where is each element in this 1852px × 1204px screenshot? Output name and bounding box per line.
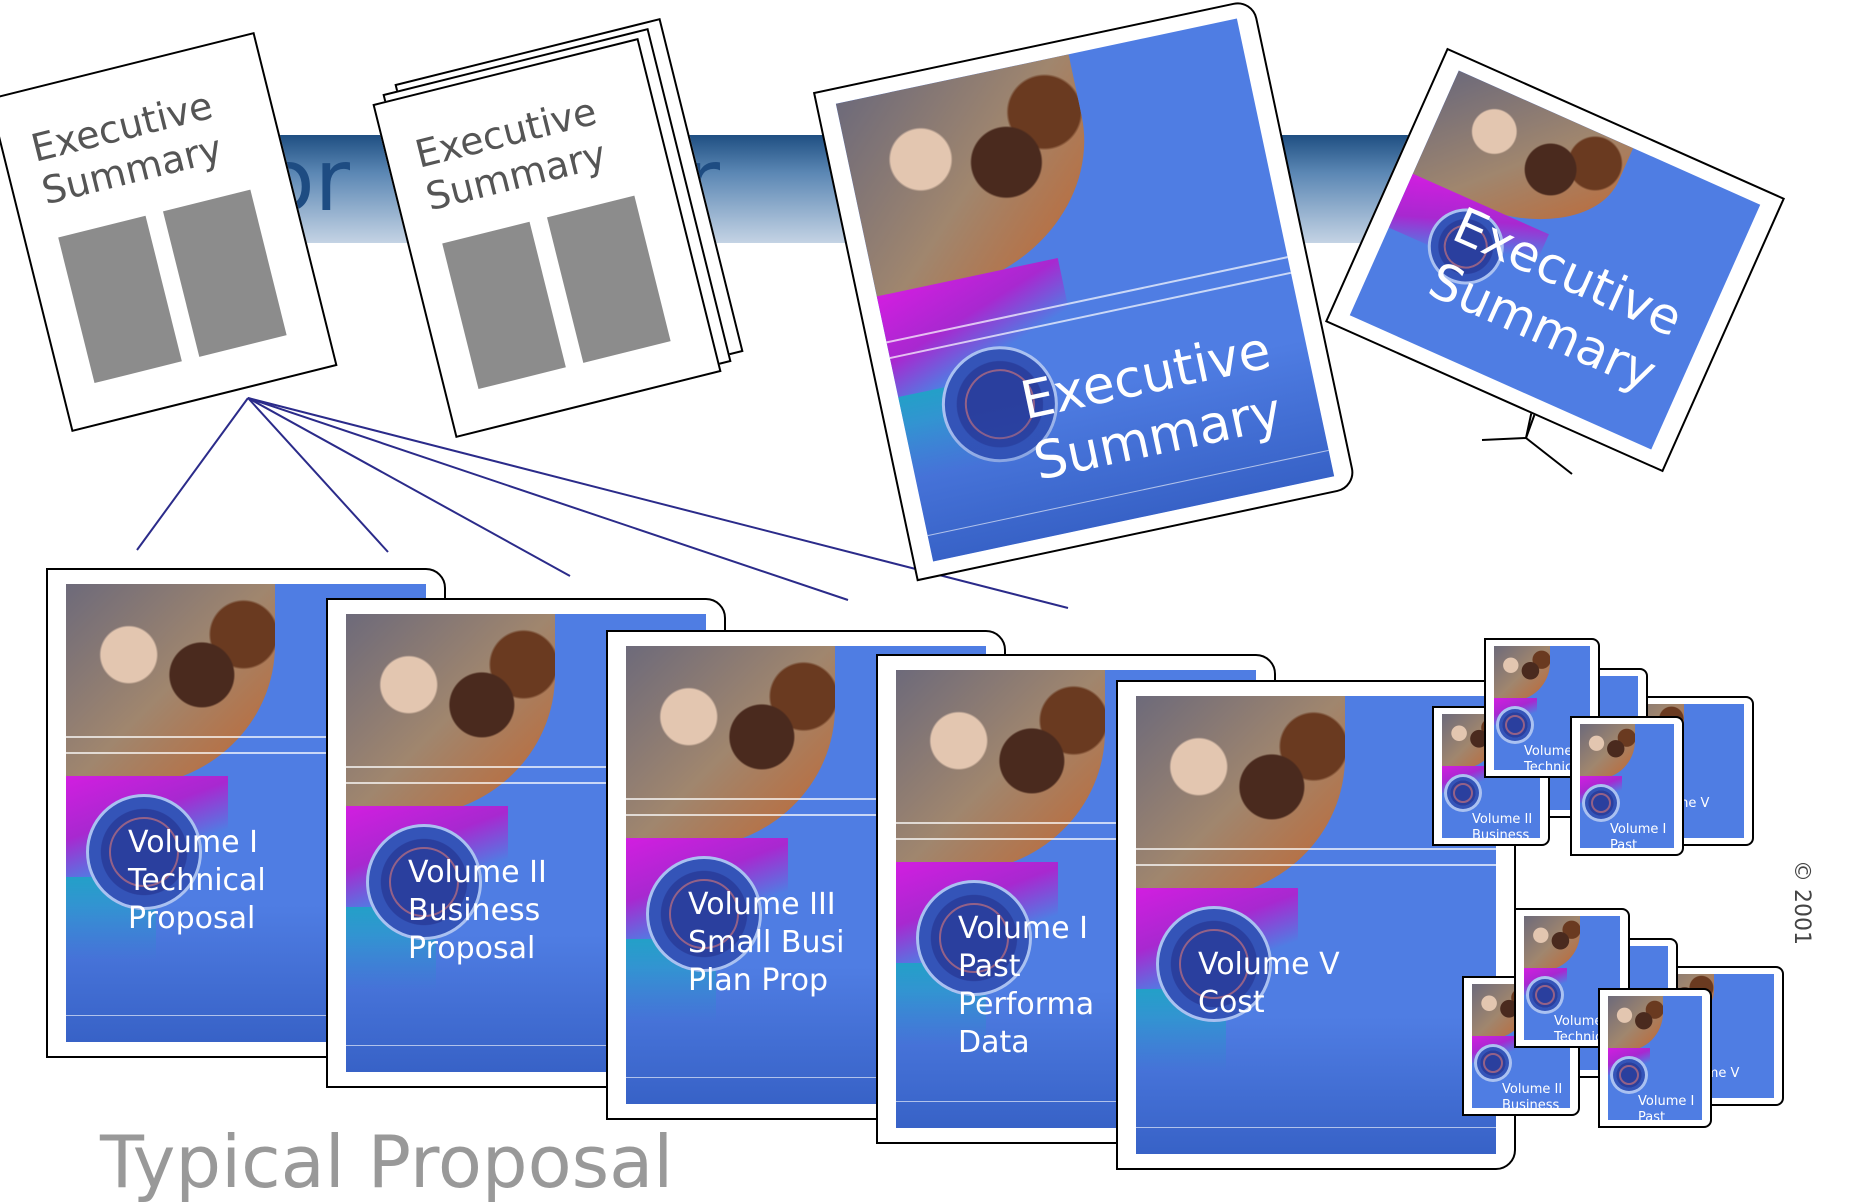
volume-2-title: Volume II Business Proposal — [408, 855, 547, 966]
mini-cover-title: Volume I Past Performa — [1638, 1094, 1695, 1120]
emblem-icon — [1474, 1044, 1512, 1082]
accent-lines — [1136, 848, 1496, 866]
cover-footer-line — [1136, 1127, 1496, 1128]
connector-line-1 — [136, 397, 249, 551]
mini-cover-art: Volume I Past Performa — [1580, 724, 1674, 848]
volume-3-title: Volume III Small Busi Plan Prop — [688, 887, 845, 998]
paper-title: Executive Summary — [411, 89, 612, 219]
volume-5-title: Volume V Cost — [1198, 947, 1340, 1020]
paper-title: Executive Summary — [27, 83, 228, 213]
team-photo — [896, 670, 1105, 872]
team-photo — [835, 54, 1112, 306]
team-photo — [1524, 916, 1580, 971]
wave-overlay — [1136, 1016, 1496, 1154]
team-photo — [626, 646, 835, 848]
mini-cover-title: Volume II Business Proposal — [1472, 812, 1533, 838]
gray-block-left — [442, 221, 566, 390]
emblem-icon — [1582, 784, 1620, 822]
connector-line-3 — [247, 397, 571, 577]
team-photo — [1608, 996, 1663, 1051]
volume-4-title: Volume I Past Performa Data — [958, 911, 1095, 1060]
team-photo — [1494, 646, 1550, 701]
mini-cover-art: Volume I Past Performa — [1608, 996, 1702, 1120]
emblem-icon — [1526, 976, 1564, 1014]
footer-title: Typical Proposal — [100, 1120, 674, 1204]
gray-block-left — [58, 215, 182, 384]
mini-cover-title: Volume II Business Proposal — [1502, 1082, 1563, 1108]
team-photo — [66, 584, 275, 786]
emblem-icon — [1496, 706, 1534, 744]
team-photo — [1580, 724, 1635, 779]
volume-1-title: Volume I Technical Proposal — [128, 825, 266, 936]
emblem-icon — [1610, 1056, 1648, 1094]
gray-block-right — [163, 189, 287, 357]
emblem-icon — [1444, 774, 1482, 812]
side-caption: © 2001 — [1789, 860, 1814, 945]
board-title: Executive Summary — [1420, 196, 1691, 403]
mini-cover-title: Volume I Past Performa — [1610, 822, 1667, 848]
cover-art: Executive Summary — [835, 18, 1335, 562]
mini-cover-past-a: Volume I Past Performa — [1570, 716, 1684, 856]
gray-block-right — [547, 195, 671, 363]
team-photo — [346, 614, 555, 816]
mini-cover-past-b: Volume I Past Performa — [1598, 988, 1712, 1128]
team-photo — [1136, 696, 1345, 898]
